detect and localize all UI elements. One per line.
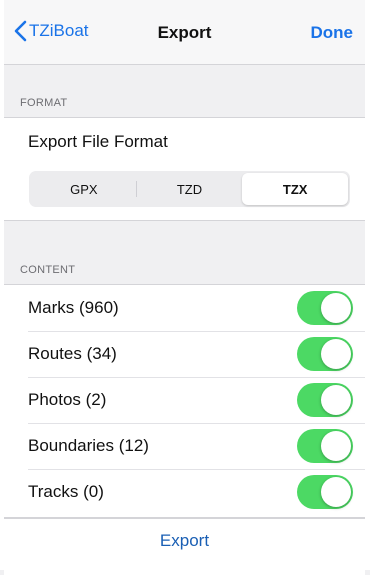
list-item-boundaries: Boundaries (12) [4,423,365,469]
segment-gpx-label: GPX [70,181,98,197]
list-item-marks: Marks (960) [4,285,365,331]
export-file-format-label: Export File Format [28,132,168,151]
tracks-label: Tracks (0) [28,482,104,501]
photos-label: Photos (2) [28,390,107,409]
export-action-group: Export [4,518,365,575]
boundaries-label: Boundaries (12) [28,436,149,455]
format-group: Export File Format GPX TZD TZX [4,117,365,221]
done-button[interactable]: Done [311,23,354,43]
content-section-header: CONTENT [20,264,76,276]
routes-label: Routes (34) [28,344,117,363]
toggle-knob [321,293,351,323]
segment-tzx[interactable]: TZX [242,173,349,205]
export-button[interactable]: Export [4,531,365,551]
marks-label: Marks (960) [28,298,119,317]
segment-tzd[interactable]: TZD [137,173,243,205]
photos-toggle[interactable] [297,383,353,417]
toggle-knob [321,477,351,507]
list-item-routes: Routes (34) [4,331,365,377]
boundaries-toggle[interactable] [297,429,353,463]
frame-edge-right [365,0,370,570]
marks-toggle[interactable] [297,291,353,325]
toggle-knob [321,431,351,461]
segment-tzx-label: TZX [282,181,308,197]
format-section-header: FORMAT [20,97,68,109]
list-item-photos: Photos (2) [4,377,365,423]
toggle-knob [321,339,351,369]
list-item-tracks: Tracks (0) [4,469,365,515]
content-group: Marks (960) Routes (34) Photos (2) Bound… [4,284,365,518]
tracks-toggle[interactable] [297,475,353,509]
routes-toggle[interactable] [297,337,353,371]
toggle-knob [321,385,351,415]
segment-gpx[interactable]: GPX [31,173,137,205]
segment-tzd-label: TZD [176,181,203,197]
file-format-segmented-control: GPX TZD TZX [29,171,350,207]
navigation-bar: TZiBoat Export Done [4,0,365,65]
